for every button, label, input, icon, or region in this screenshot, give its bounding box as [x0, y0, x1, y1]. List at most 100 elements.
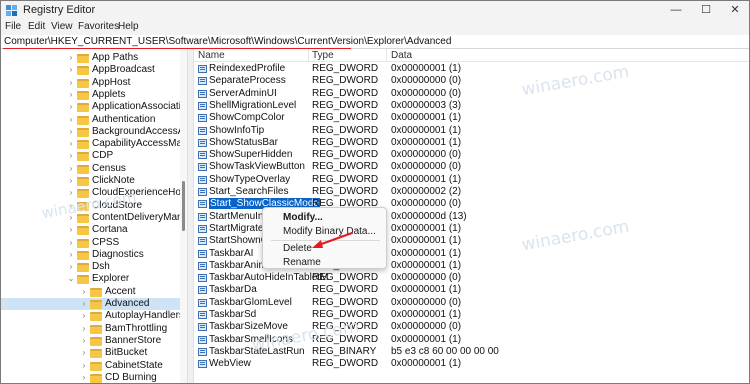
- chevron-right-icon[interactable]: ›: [80, 360, 88, 372]
- value-row[interactable]: TaskbarDa REG_DWORD 0x00000001 (1): [194, 284, 749, 296]
- value-name-cell: ShellMigrationLevel: [209, 100, 296, 112]
- tree-item[interactable]: › Authentication: [1, 114, 181, 126]
- key-tree-pane[interactable]: › App Paths › AppBroadcast › AppHost › Applets ›…: [1, 49, 187, 383]
- chevron-right-icon[interactable]: ›: [67, 261, 75, 273]
- tree-item[interactable]: ⌄ Explorer: [1, 273, 181, 285]
- address-path[interactable]: Computer\HKEY_CURRENT_USER\Software\Micr…: [4, 36, 451, 47]
- chevron-right-icon[interactable]: ›: [67, 237, 75, 249]
- tree-item[interactable]: › BackgroundAccessApplic: [1, 126, 187, 138]
- tree-item[interactable]: › ApplicationAssociationTo: [1, 101, 187, 113]
- chevron-right-icon[interactable]: ›: [80, 298, 88, 310]
- chevron-right-icon[interactable]: ›: [67, 163, 75, 175]
- menu-view[interactable]: View: [51, 21, 73, 32]
- chevron-right-icon[interactable]: ›: [80, 347, 88, 359]
- close-icon[interactable]: ✕: [720, 1, 750, 20]
- chevron-right-icon[interactable]: ›: [80, 323, 88, 335]
- chevron-right-icon[interactable]: ›: [67, 150, 75, 162]
- tree-item[interactable]: › CPSS: [1, 237, 181, 249]
- value-row[interactable]: TaskbarSizeMove REG_DWORD 0x00000000 (0): [194, 321, 749, 333]
- tree-item[interactable]: › Advanced: [1, 298, 181, 310]
- tree-item[interactable]: › Dsh: [1, 261, 181, 273]
- chevron-right-icon[interactable]: ›: [67, 175, 75, 187]
- tree-item[interactable]: › AutoplayHandlers: [1, 310, 184, 322]
- chevron-right-icon[interactable]: ›: [67, 224, 75, 236]
- chevron-right-icon[interactable]: ›: [67, 101, 75, 113]
- value-name: TaskbarGlomLevel: [209, 296, 292, 308]
- chevron-right-icon[interactable]: ›: [67, 138, 75, 150]
- chevron-right-icon[interactable]: ›: [67, 249, 75, 261]
- value-data: b5 e3 c8 60 00 00 00 00: [391, 345, 499, 357]
- chevron-right-icon[interactable]: ›: [67, 200, 75, 212]
- maximize-icon[interactable]: ☐: [691, 1, 721, 20]
- value-row[interactable]: ShowCompColor REG_DWORD 0x00000001 (1): [194, 112, 749, 124]
- value-row[interactable]: WebView REG_DWORD 0x00000001 (1): [194, 358, 749, 370]
- context-menu-modify[interactable]: Modify...: [283, 212, 323, 223]
- chevron-down-icon[interactable]: ⌄: [67, 273, 75, 285]
- value-data: 0x0000000d (13): [391, 210, 467, 222]
- minimize-icon[interactable]: —: [661, 1, 691, 20]
- tree-item[interactable]: › AppHost: [1, 77, 181, 89]
- tree-item[interactable]: › BannerStore: [1, 335, 181, 347]
- value-type: REG_DWORD: [312, 272, 379, 284]
- context-menu-rename[interactable]: Rename: [283, 257, 321, 268]
- tree-item[interactable]: › App Paths: [1, 52, 181, 64]
- folder-icon: [77, 263, 89, 273]
- tree-item[interactable]: › Accent: [1, 286, 181, 298]
- tree-item[interactable]: › CDP: [1, 150, 181, 162]
- column-separator[interactable]: [308, 49, 309, 62]
- chevron-right-icon[interactable]: ›: [80, 286, 88, 298]
- tree-scrollbar-thumb[interactable]: [182, 181, 185, 231]
- chevron-right-icon[interactable]: ›: [67, 52, 75, 64]
- value-row[interactable]: ShowStatusBar REG_DWORD 0x00000001 (1): [194, 137, 749, 149]
- tree-item[interactable]: › Diagnostics: [1, 249, 181, 261]
- chevron-right-icon[interactable]: ›: [67, 64, 75, 76]
- tree-item[interactable]: › CD Burning: [1, 372, 181, 383]
- value-row[interactable]: SeparateProcess REG_DWORD 0x00000000 (0): [194, 75, 749, 87]
- column-header-name[interactable]: Name: [198, 50, 225, 61]
- tree-item[interactable]: › CapabilityAccessManage: [1, 138, 187, 150]
- tree-item[interactable]: › CabinetState: [1, 360, 181, 372]
- tree-item[interactable]: › ClickNote: [1, 175, 181, 187]
- value-row[interactable]: TaskbarSd REG_DWORD 0x00000001 (1): [194, 309, 749, 321]
- value-row[interactable]: ReindexedProfile REG_DWORD 0x00000001 (1): [194, 63, 749, 75]
- chevron-right-icon[interactable]: ›: [67, 126, 75, 138]
- column-header-type[interactable]: Type: [312, 50, 334, 61]
- chevron-right-icon[interactable]: ›: [67, 77, 75, 89]
- value-row[interactable]: TaskbarSmallIcons REG_DWORD 0x00000001 (1): [194, 334, 749, 346]
- menu-file[interactable]: File: [5, 21, 21, 32]
- value-row[interactable]: ShellMigrationLevel REG_DWORD 0x00000003 (…: [194, 100, 749, 112]
- chevron-right-icon[interactable]: ›: [80, 372, 88, 383]
- value-row[interactable]: ShowInfoTip REG_DWORD 0x00000001 (1): [194, 125, 749, 137]
- value-row[interactable]: Start_SearchFiles REG_DWORD 0x00000002 (2): [194, 186, 749, 198]
- tree-item[interactable]: › Census: [1, 163, 181, 175]
- value-row[interactable]: TaskbarStateLastRun REG_BINARY b5 e3 c8 60…: [194, 346, 749, 358]
- tree-item[interactable]: › BamThrottling: [1, 323, 181, 335]
- tree-item[interactable]: › Applets: [1, 89, 181, 101]
- tree-item[interactable]: › Cortana: [1, 224, 181, 236]
- value-row[interactable]: TaskbarGlomLevel REG_DWORD 0x00000000 (0): [194, 297, 749, 309]
- chevron-right-icon[interactable]: ›: [67, 89, 75, 101]
- chevron-right-icon[interactable]: ›: [80, 335, 88, 347]
- tree-item[interactable]: › CloudExperienceHost: [1, 187, 187, 199]
- chevron-right-icon[interactable]: ›: [67, 187, 75, 199]
- value-row[interactable]: TaskbarAutoHideInTabletM REG_DWORD 0x00000…: [194, 272, 749, 284]
- value-row[interactable]: ShowTaskViewButton REG_DWORD 0x00000000 (0…: [194, 161, 749, 173]
- pane-splitter[interactable]: [187, 49, 194, 383]
- value-row[interactable]: ShowSuperHidden REG_DWORD 0x00000000 (0): [194, 149, 749, 161]
- address-bar[interactable]: Computer\HKEY_CURRENT_USER\Software\Micr…: [1, 35, 749, 50]
- tree-item[interactable]: › ContentDeliveryManager: [1, 212, 187, 224]
- menu-edit[interactable]: Edit: [28, 21, 45, 32]
- chevron-right-icon[interactable]: ›: [80, 310, 88, 322]
- value-row[interactable]: ShowTypeOverlay REG_DWORD 0x00000001 (1): [194, 174, 749, 186]
- column-separator[interactable]: [386, 49, 387, 62]
- chevron-right-icon[interactable]: ›: [67, 114, 75, 126]
- menu-help[interactable]: Help: [118, 21, 139, 32]
- chevron-right-icon[interactable]: ›: [67, 212, 75, 224]
- tree-item[interactable]: › BitBucket: [1, 347, 181, 359]
- tree-item[interactable]: › AppBroadcast: [1, 64, 181, 76]
- value-name: SeparateProcess: [209, 75, 286, 87]
- tree-item[interactable]: › CloudStore: [1, 200, 181, 212]
- menu-favorites[interactable]: Favorites: [78, 21, 119, 32]
- value-row[interactable]: ServerAdminUI REG_DWORD 0x00000000 (0): [194, 88, 749, 100]
- column-header-data[interactable]: Data: [391, 50, 412, 61]
